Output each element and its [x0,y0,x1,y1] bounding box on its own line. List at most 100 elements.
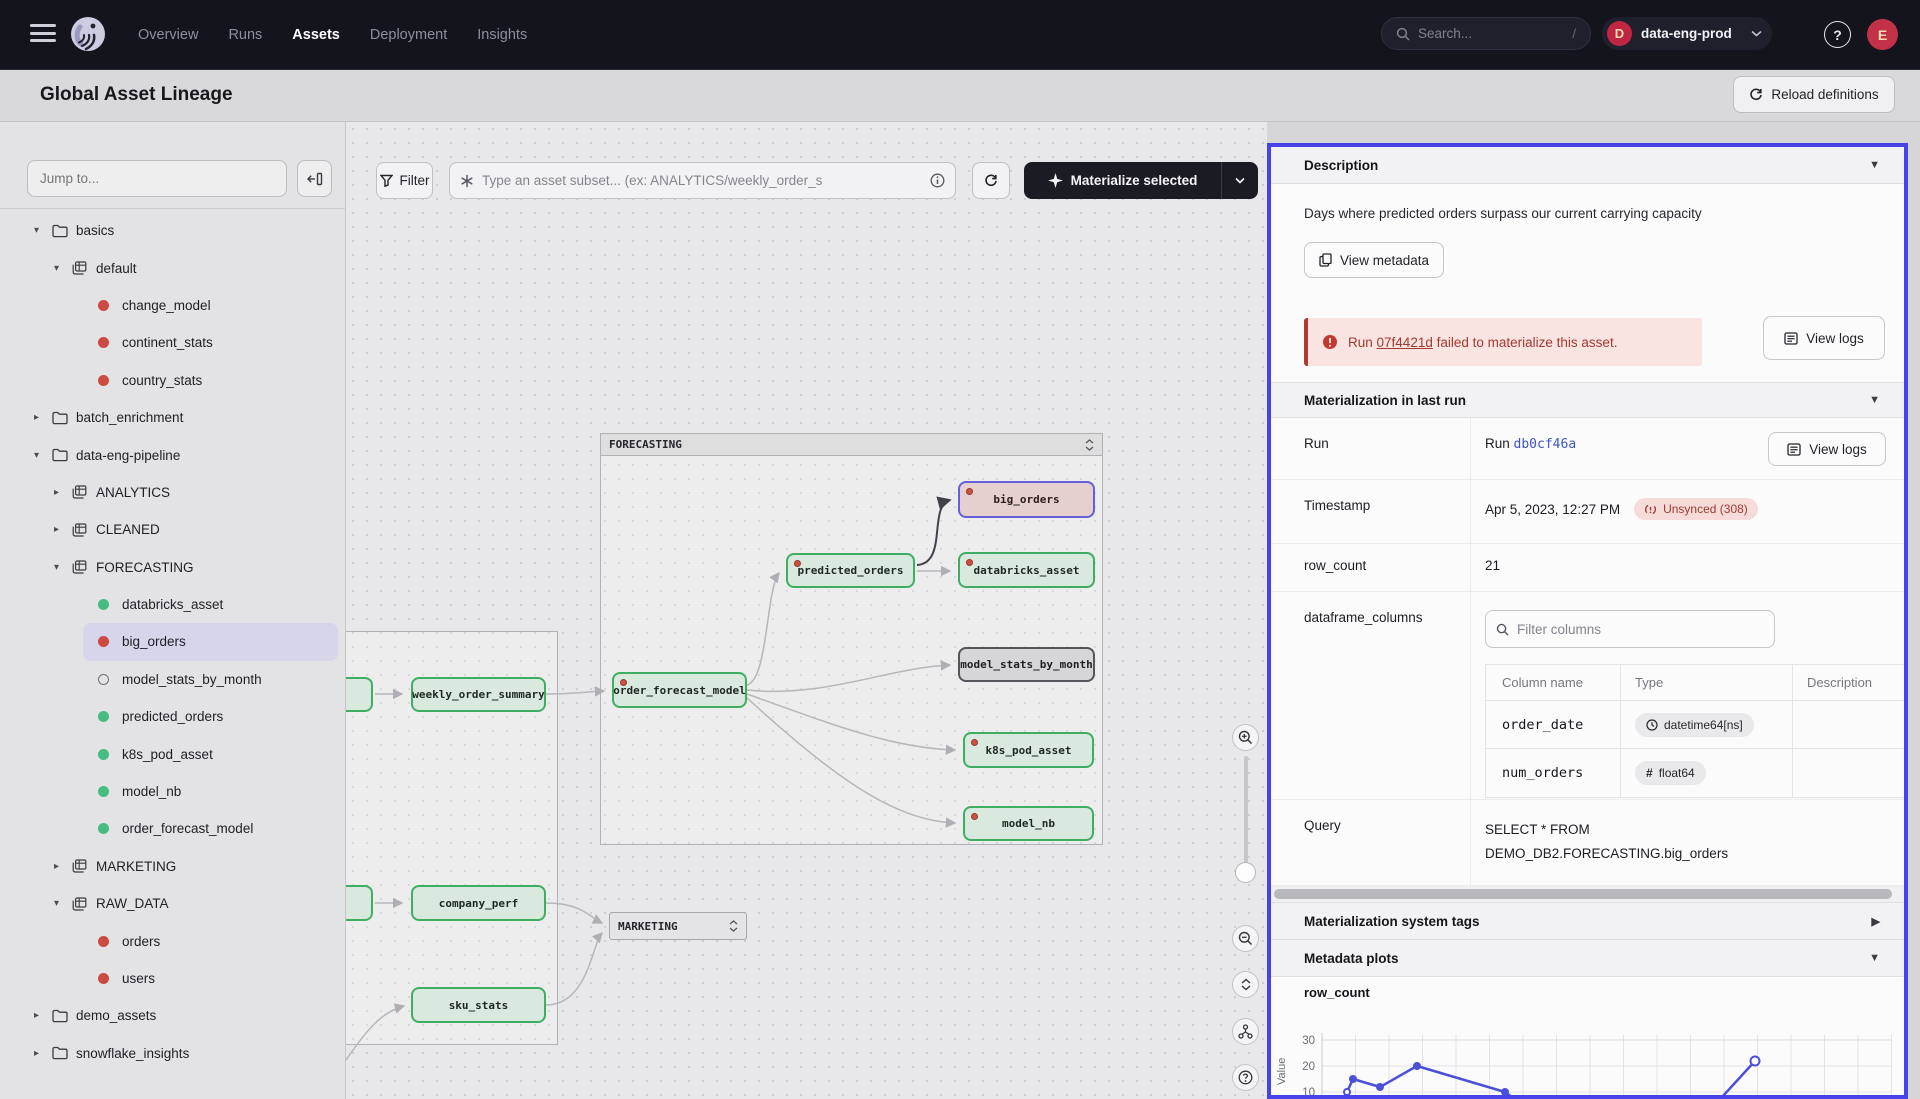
sidebar-item-CLEANED[interactable]: ▸CLEANED [0,511,346,548]
sidebar-item-batch_enrichment[interactable]: ▸ batch_enrichment [0,399,346,436]
graph-node-model_nb[interactable]: model_nb [963,806,1094,841]
info-icon[interactable] [930,173,945,188]
filter-columns-input[interactable]: Filter columns [1485,610,1775,648]
caret-down-icon[interactable]: ▾ [34,225,52,236]
expand-group-icon[interactable] [729,920,738,932]
group-marketing-label: MARKETING [618,920,678,933]
graph-help-button[interactable] [1232,1064,1259,1091]
workspace-switcher[interactable]: D data-eng-prod [1602,17,1772,50]
horizontal-scrollbar[interactable] [1274,889,1892,899]
caret-down-icon[interactable]: ▾ [54,898,72,909]
refresh-graph-button[interactable] [972,162,1010,199]
help-button[interactable]: ? [1824,21,1851,48]
graph-node-predicted_orders[interactable]: predicted_orders [786,553,915,588]
sidebar-item-default[interactable]: ▾default [0,249,346,286]
sidebar-item-label: MARKETING [96,859,176,874]
alert-text: Run 07f4421d failed to materialize this … [1348,335,1617,350]
nav-item-assets[interactable]: Assets [292,27,340,43]
graph-node-databricks_asset[interactable]: databricks_asset [958,552,1095,588]
sidebar-item-order_forecast_model[interactable]: order_forecast_model [0,810,346,847]
sidebar-item-k8s_pod_asset[interactable]: k8s_pod_asset [0,735,346,772]
view-logs-button[interactable]: View logs [1768,432,1886,466]
graph-node-partial[interactable] [346,677,373,712]
failed-run-link[interactable]: 07f4421d [1377,335,1433,350]
reload-definitions-button[interactable]: Reload definitions [1733,76,1895,113]
kv-label: Query [1271,800,1470,885]
collapse-all-groups-button[interactable] [1232,971,1259,998]
group-marketing-collapsed[interactable]: MARKETING [609,912,747,940]
sidebar-item-data-eng-pipeline[interactable]: ▾data-eng-pipeline [0,436,346,473]
kv-row-row-count: row_count 21 [1271,544,1904,592]
caret-down-icon[interactable]: ▾ [54,562,72,573]
caret-right-icon[interactable]: ▸ [34,1010,52,1021]
asset-subset-input[interactable]: Type an asset subset... (ex: ANALYTICS/w… [449,162,956,199]
caret-right-icon[interactable]: ▸ [54,487,72,498]
sidebar-item-change_model[interactable]: change_model [0,287,346,324]
sidebar-item-predicted_orders[interactable]: predicted_orders [0,698,346,735]
filter-button[interactable]: Filter [376,162,433,199]
run-id-link[interactable]: db0cf46a [1514,437,1577,452]
type-badge: datetime64[ns] [1635,713,1754,737]
dagster-logo-icon[interactable] [66,13,110,57]
global-search-input[interactable]: Search... / [1381,17,1591,50]
collapse-sidebar-button[interactable] [297,160,332,197]
sidebar-item-continent_stats[interactable]: continent_stats [0,324,346,361]
sidebar-item-orders[interactable]: orders [0,922,346,959]
sidebar-item-label: batch_enrichment [76,410,183,425]
sidebar-item-country_stats[interactable]: country_stats [0,362,346,399]
zoom-slider-track[interactable] [1244,756,1248,868]
nav-item-insights[interactable]: Insights [477,27,527,43]
sidebar-item-model_nb[interactable]: model_nb [0,773,346,810]
zoom-slider-handle[interactable] [1235,862,1256,883]
section-header-metadata-plots[interactable]: Metadata plots ▼ [1271,940,1904,977]
graph-node-k8s_pod_asset[interactable]: k8s_pod_asset [963,732,1094,768]
graph-node-model_stats_by_month[interactable]: model_stats_by_month [958,647,1095,682]
zoom-out-button[interactable] [1232,925,1259,952]
view-metadata-button[interactable]: View metadata [1304,242,1444,278]
zoom-in-button[interactable] [1232,724,1259,751]
nav-item-overview[interactable]: Overview [138,27,198,43]
nav-item-runs[interactable]: Runs [228,27,262,43]
graph-node-big_orders[interactable]: big_orders [958,481,1095,518]
section-header-last-run[interactable]: Materialization in last run ▼ [1271,382,1904,418]
sidebar-item-big_orders[interactable]: big_orders [83,623,338,660]
sidebar-item-RAW_DATA[interactable]: ▾RAW_DATA [0,885,346,922]
caret-right-icon[interactable]: ▸ [34,412,52,423]
sidebar-item-databricks_asset[interactable]: databricks_asset [0,586,346,623]
graph-node-order_forecast_model[interactable]: order_forecast_model [612,672,747,708]
caret-right-icon[interactable]: ▸ [54,524,72,535]
materialize-selected-button[interactable]: Materialize selected [1024,162,1258,199]
caret-down-icon[interactable]: ▾ [34,450,52,461]
user-avatar[interactable]: E [1867,19,1898,50]
menu-icon[interactable] [30,24,56,46]
caret-right-icon[interactable]: ▸ [34,1048,52,1059]
jump-to-input[interactable] [27,160,287,197]
sidebar-item-model_stats_by_month[interactable]: model_stats_by_month [0,661,346,698]
unsynced-badge[interactable]: Unsynced (308) [1634,498,1758,520]
view-logs-label: View logs [1806,331,1864,346]
graph-node-company_perf[interactable]: company_perf [411,885,546,921]
graph-node-partial[interactable] [346,885,373,921]
section-header-description[interactable]: Description ▼ [1271,147,1904,184]
caret-right-icon[interactable]: ▸ [54,861,72,872]
graph-node-weekly_order_summary[interactable]: weekly_order_summary [411,677,546,712]
section-header-system-tags[interactable]: Materialization system tags ▶ [1271,902,1904,940]
lineage-graph-pane[interactable]: FORECASTING [346,122,1267,1099]
relayout-graph-button[interactable] [1232,1018,1259,1045]
sidebar-item-users[interactable]: users [0,960,346,997]
description-body: Days where predicted orders surpass our … [1271,184,1904,382]
view-logs-button[interactable]: View logs [1763,316,1885,360]
status-dot-never [98,674,109,685]
sidebar-item-snowflake_insights[interactable]: ▸snowflake_insights [0,1035,346,1072]
nav-item-deployment[interactable]: Deployment [370,27,447,43]
sidebar-item-FORECASTING[interactable]: ▾FORECASTING [0,549,346,586]
sidebar-item-MARKETING[interactable]: ▸ MARKETING [0,848,346,885]
table-row: order_date datetime64[ns] [1486,701,1904,749]
caret-down-icon[interactable]: ▾ [54,263,72,274]
sidebar-item-ANALYTICS[interactable]: ▸ANALYTICS [0,474,346,511]
sidebar-item-demo_assets[interactable]: ▸demo_assets [0,997,346,1034]
materialize-dropdown-button[interactable] [1222,177,1258,184]
graph-node-label: order_forecast_model [613,684,745,697]
graph-node-sku_stats[interactable]: sku_stats [411,987,546,1023]
sidebar-item-basics[interactable]: ▾basics [0,212,346,249]
